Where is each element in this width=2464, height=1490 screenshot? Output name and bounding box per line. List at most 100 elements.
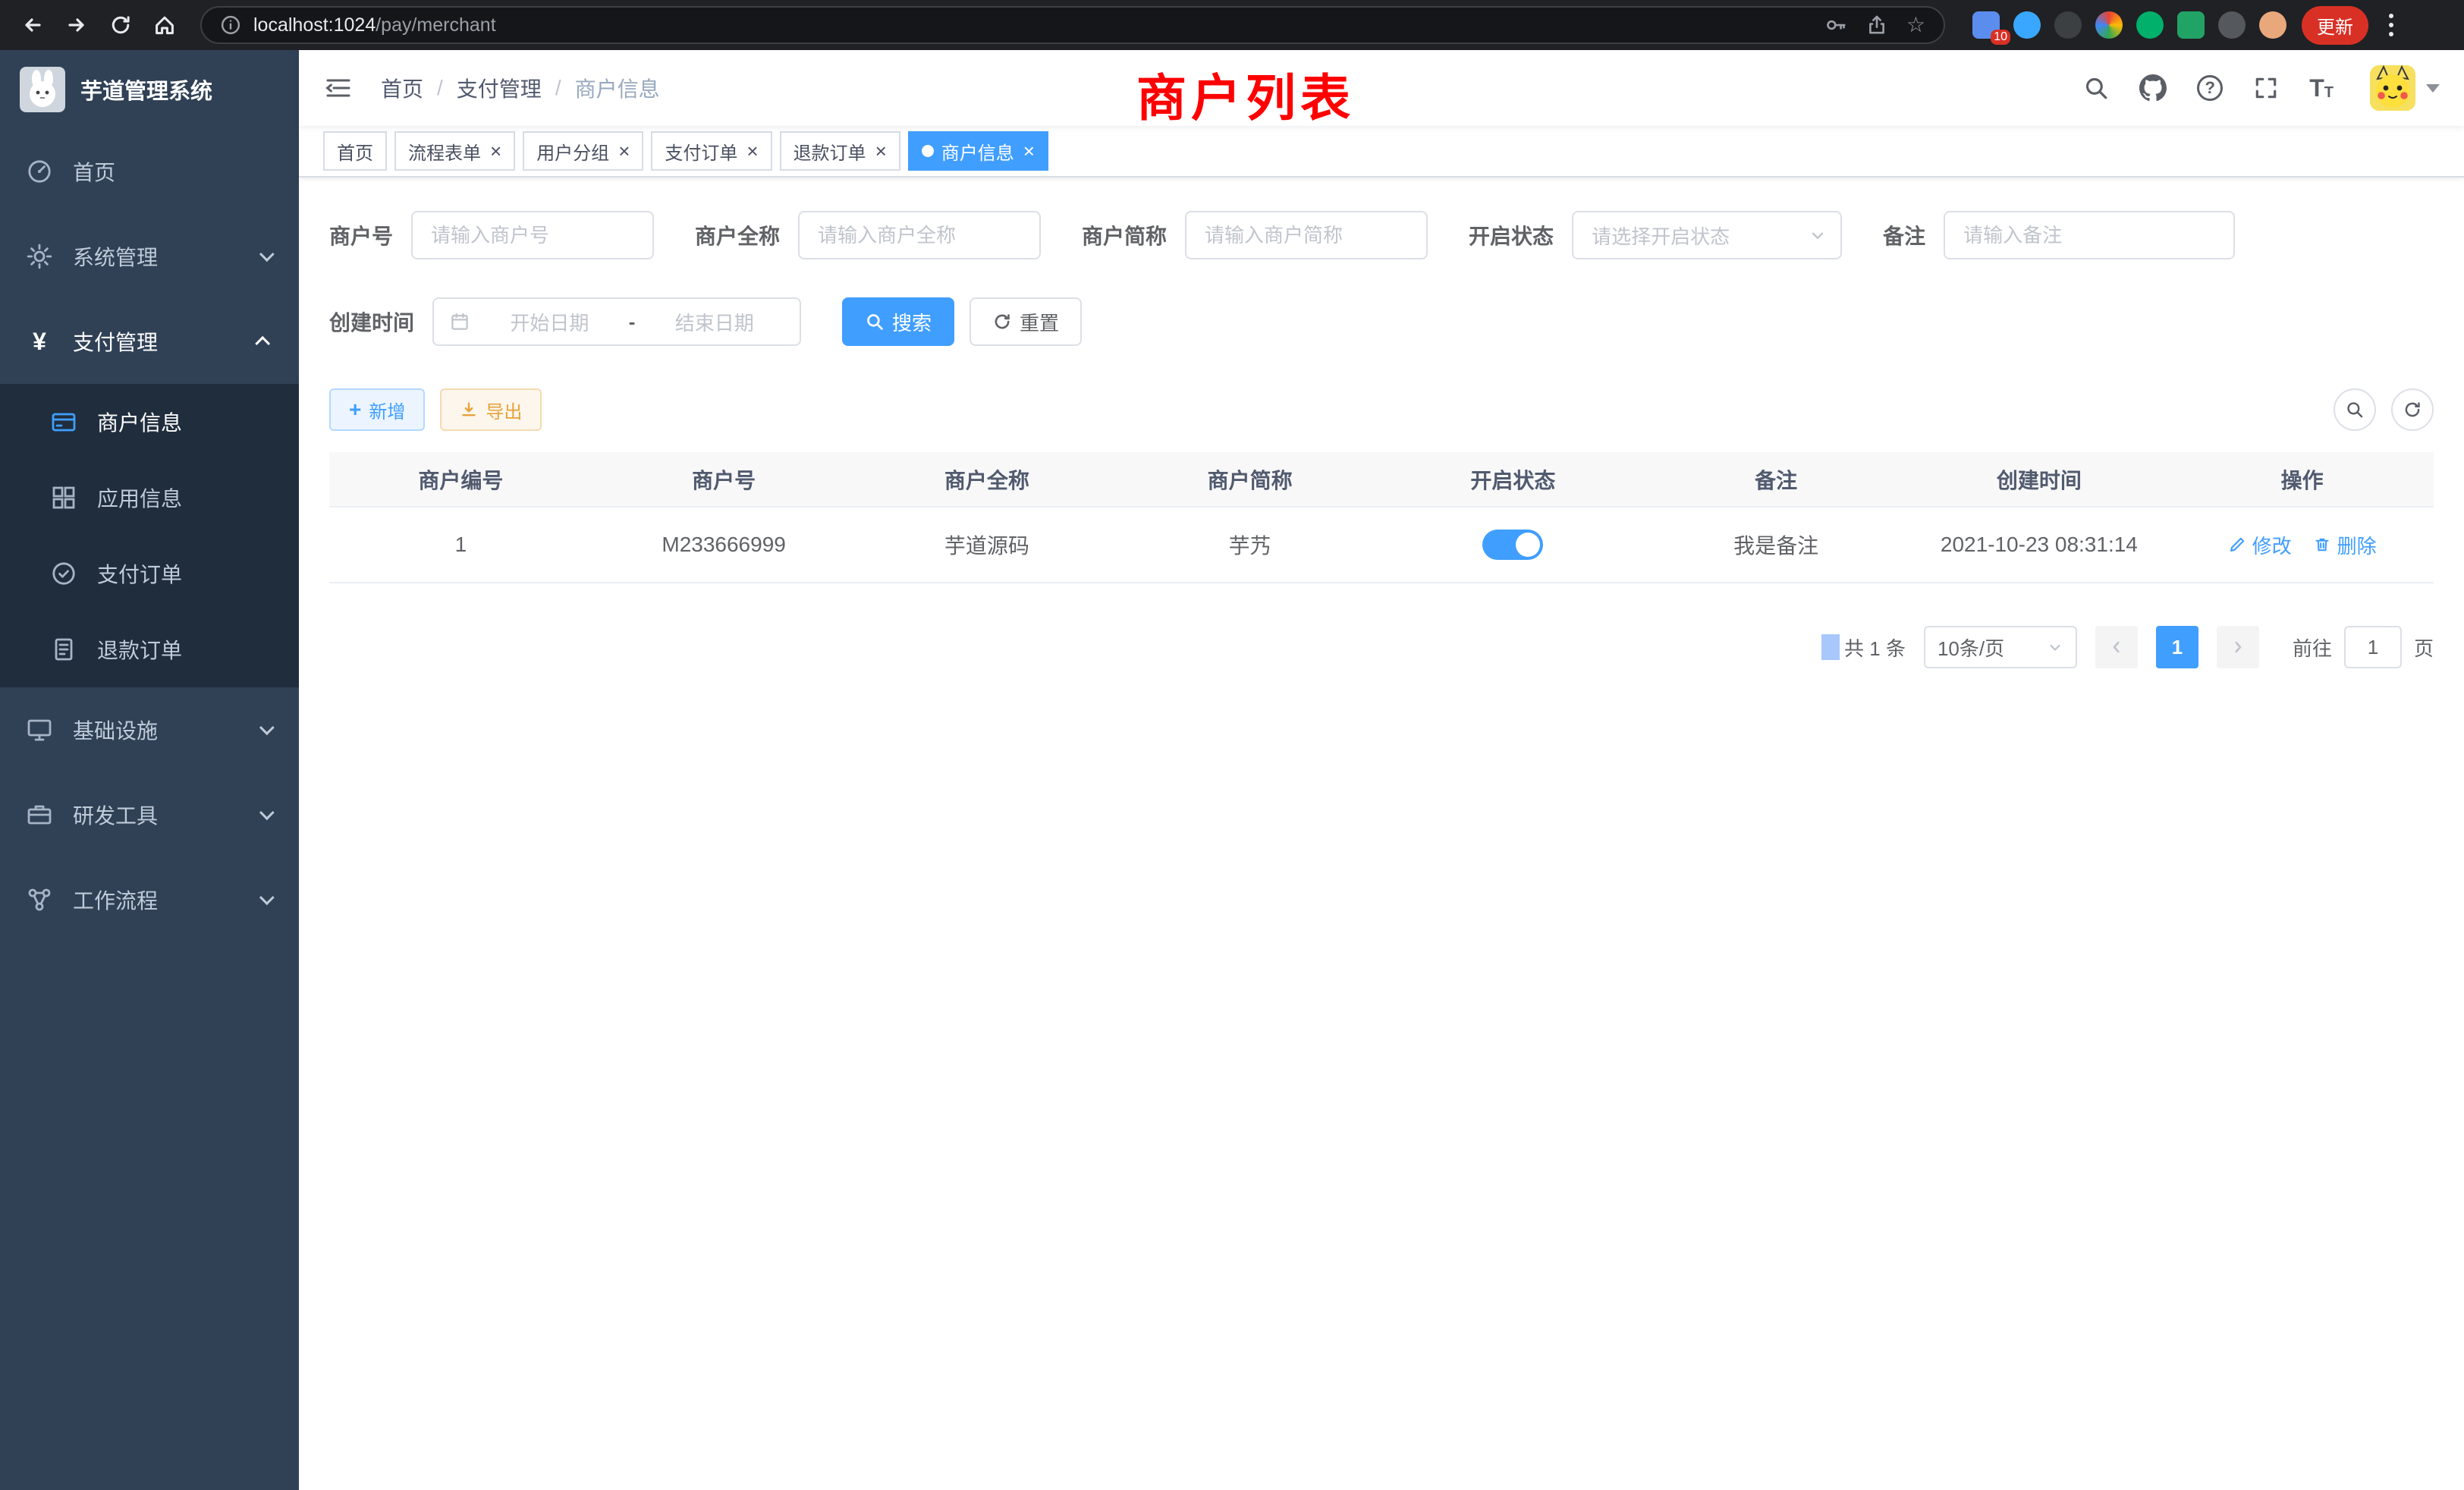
- bookmark-star-icon[interactable]: ☆: [1906, 14, 1925, 36]
- status-toggle[interactable]: [1482, 530, 1543, 560]
- close-icon[interactable]: ×: [875, 141, 887, 161]
- sidebar-item-pay-order[interactable]: 支付订单: [0, 536, 299, 611]
- add-button[interactable]: + 新增: [329, 388, 425, 431]
- search-button[interactable]: 搜索: [842, 297, 954, 346]
- sidebar-item-system[interactable]: 系统管理: [0, 214, 299, 299]
- sidebar-item-label: 商户信息: [97, 407, 182, 437]
- extension-icon-2[interactable]: [2013, 11, 2041, 39]
- toolbox-icon: [24, 800, 55, 830]
- select-placeholder: 请选择开启状态: [1592, 222, 1730, 250]
- breadcrumb-separator: /: [437, 76, 443, 100]
- cell-full-name: 芋道源码: [856, 507, 1119, 583]
- pagination-total: 共 1 条: [1844, 633, 1906, 662]
- table-header-row: 商户编号 商户号 商户全称 商户简称 开启状态 备注 创建时间 操作: [329, 452, 2434, 507]
- app-logo[interactable]: 芋道管理系统: [0, 50, 299, 129]
- merchant-shortname-input[interactable]: [1185, 211, 1428, 259]
- site-info-icon[interactable]: [220, 14, 241, 36]
- browser-menu-icon[interactable]: [2378, 14, 2405, 36]
- sidebar-item-refund-order[interactable]: 退款订单: [0, 611, 299, 687]
- cell-short-name: 芋艿: [1118, 507, 1381, 583]
- sidebar-item-app-info[interactable]: 应用信息: [0, 460, 299, 536]
- merchant-table: 商户编号 商户号 商户全称 商户简称 开启状态 备注 创建时间 操作 1 M23…: [329, 452, 2434, 583]
- extension-icon-7[interactable]: [2218, 11, 2246, 39]
- delete-link[interactable]: 删除: [2313, 531, 2377, 559]
- sidebar-item-label: 应用信息: [97, 483, 182, 513]
- breadcrumb-home[interactable]: 首页: [381, 73, 423, 103]
- text-selection-artifact: [1821, 634, 1840, 660]
- merchant-fullname-input[interactable]: [798, 211, 1041, 259]
- page-size-select[interactable]: 10条/页: [1924, 626, 2077, 668]
- extension-icon-1[interactable]: 10: [1972, 11, 2000, 39]
- search-form-row-2: 创建时间 开始日期 - 结束日期 搜索: [329, 297, 2434, 346]
- reset-button[interactable]: 重置: [970, 297, 1082, 346]
- cell-merchant-no: M233666999: [592, 507, 856, 583]
- close-icon[interactable]: ×: [490, 141, 501, 161]
- tag-merchant-info[interactable]: 商户信息×: [908, 131, 1048, 171]
- sidebar-item-payment[interactable]: ¥ 支付管理: [0, 299, 299, 384]
- browser-home-button[interactable]: [144, 5, 185, 46]
- merchant-no-input[interactable]: [411, 211, 654, 259]
- font-size-icon[interactable]: TT: [2309, 76, 2334, 100]
- sidebar-item-dev-tools[interactable]: 研发工具: [0, 772, 299, 857]
- create-time-range-picker[interactable]: 开始日期 - 结束日期: [432, 297, 801, 346]
- fullscreen-icon[interactable]: [2253, 75, 2279, 101]
- extension-icon-3[interactable]: [2054, 11, 2082, 39]
- extension-icon-5[interactable]: [2136, 11, 2164, 39]
- address-bar[interactable]: localhost:1024/pay/merchant ☆: [200, 6, 1945, 44]
- browser-forward-button[interactable]: [56, 5, 97, 46]
- next-page-button[interactable]: [2217, 626, 2259, 668]
- edit-link[interactable]: 修改: [2228, 531, 2292, 559]
- sidebar-item-merchant-info[interactable]: 商户信息: [0, 384, 299, 460]
- search-icon: [865, 312, 885, 332]
- col-merchant-id: 商户编号: [329, 452, 592, 507]
- chrome-update-button[interactable]: 更新: [2302, 6, 2368, 45]
- sidebar-item-infra[interactable]: 基础设施: [0, 687, 299, 772]
- grid-icon: [49, 483, 79, 513]
- extension-icon-6[interactable]: [2177, 11, 2205, 39]
- cell-create-time: 2021-10-23 08:31:14: [1908, 507, 2171, 583]
- breadcrumb-payment[interactable]: 支付管理: [457, 73, 542, 103]
- sidebar-item-home[interactable]: 首页: [0, 129, 299, 214]
- chevron-down-icon: [259, 890, 275, 905]
- close-icon[interactable]: ×: [746, 141, 758, 161]
- toggle-search-button[interactable]: [2334, 388, 2376, 431]
- goto-page-input[interactable]: [2344, 626, 2402, 668]
- remark-input[interactable]: [1944, 211, 2235, 259]
- extension-icon-4[interactable]: [2095, 11, 2123, 39]
- github-icon[interactable]: [2139, 74, 2167, 102]
- browser-back-button[interactable]: [12, 5, 53, 46]
- sidebar-item-workflow[interactable]: 工作流程: [0, 857, 299, 942]
- filter-merchant-shortname: 商户简称: [1082, 211, 1428, 259]
- tag-user-group[interactable]: 用户分组×: [523, 131, 643, 171]
- browser-reload-button[interactable]: [100, 5, 141, 46]
- tag-home[interactable]: 首页: [323, 131, 387, 171]
- tag-pay-order[interactable]: 支付订单×: [651, 131, 772, 171]
- close-icon[interactable]: ×: [1023, 141, 1035, 161]
- password-key-icon[interactable]: [1824, 14, 1847, 36]
- status-select[interactable]: 请选择开启状态: [1572, 211, 1842, 259]
- chevron-up-icon: [255, 336, 270, 351]
- page-number-button[interactable]: 1: [2156, 626, 2198, 668]
- toolbar-right: [2334, 388, 2434, 431]
- export-button[interactable]: 导出: [440, 388, 542, 431]
- share-icon[interactable]: [1865, 14, 1888, 36]
- sidebar-item-label: 系统管理: [73, 241, 158, 272]
- sidebar-toggle-icon[interactable]: [323, 73, 354, 103]
- tag-refund-order[interactable]: 退款订单×: [780, 131, 900, 171]
- help-icon[interactable]: ?: [2197, 75, 2223, 101]
- tags-view: 首页 流程表单× 用户分组× 支付订单× 退款订单× 商户信息×: [299, 126, 2464, 178]
- browser-profile-avatar[interactable]: [2259, 11, 2286, 39]
- filter-label: 创建时间: [329, 306, 414, 337]
- refresh-table-button[interactable]: [2391, 388, 2434, 431]
- prev-page-button[interactable]: [2095, 626, 2138, 668]
- col-merchant-no: 商户号: [592, 452, 856, 507]
- search-icon[interactable]: [2083, 75, 2109, 101]
- sidebar-item-label: 基础设施: [73, 715, 158, 745]
- user-avatar-dropdown[interactable]: [2370, 65, 2440, 111]
- caret-down-icon: [2426, 84, 2440, 93]
- sidebar-item-label: 首页: [73, 156, 115, 187]
- filter-label: 备注: [1883, 220, 1925, 250]
- tag-process-form[interactable]: 流程表单×: [394, 131, 515, 171]
- sidebar-item-label: 工作流程: [73, 885, 158, 915]
- close-icon[interactable]: ×: [618, 141, 630, 161]
